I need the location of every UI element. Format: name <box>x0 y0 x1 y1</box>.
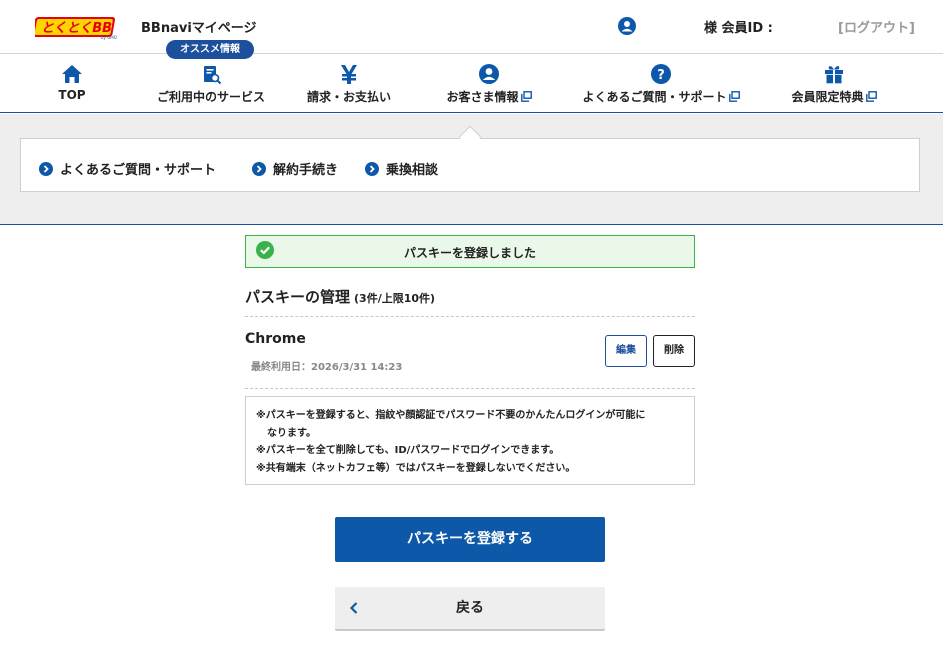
tokutoku-bb-logo[interactable]: とくとくBB by GMO <box>35 14 119 40</box>
section-title: パスキーの管理 (3件/上限10件) <box>245 288 436 306</box>
notes-box: ※パスキーを登録すると、指紋や顔認証でパスワード不要のかんたんログインが可能にな… <box>245 396 695 485</box>
nav-label: よくあるご質問・サポート <box>576 88 746 105</box>
nav-label: 会員限定特典 <box>786 88 882 105</box>
passkey-name: Chrome <box>245 331 306 347</box>
external-link-icon <box>728 91 740 102</box>
svg-text:by GMO: by GMO <box>101 35 117 40</box>
nav-label: TOP <box>58 88 86 102</box>
user-icon <box>479 64 499 84</box>
svg-text:?: ? <box>657 68 665 83</box>
logout-link[interactable]: [ログアウト] <box>838 17 915 36</box>
passkey-last-used: 最終利用日：2026/3/31 14:23 <box>251 362 403 373</box>
register-passkey-button[interactable]: パスキーを登録する <box>335 517 605 562</box>
chevron-right-icon <box>252 162 266 176</box>
site-title: BBnaviマイページ <box>141 21 257 36</box>
external-link-icon <box>865 91 877 102</box>
service-icon <box>204 66 222 85</box>
nav-item-member-perks[interactable]: 会員限定特典 <box>786 61 882 107</box>
recommended-badge[interactable]: オススメ情報 <box>166 40 254 59</box>
site-header: とくとくBB by GMO BBnaviマイページ 様 会員ID : [ログアウ… <box>0 0 943 54</box>
divider <box>245 316 695 317</box>
chevron-left-icon <box>349 602 358 614</box>
home-icon <box>62 65 82 83</box>
yen-icon <box>341 65 357 84</box>
member-id-label: 様 会員ID : <box>704 21 773 36</box>
success-alert: パスキーを登録しました <box>245 235 695 268</box>
user-icon <box>618 17 636 35</box>
nav-item-billing[interactable]: 請求・お支払い <box>300 61 398 107</box>
global-nav: TOP ご利用中のサービス 請求・お支払い お客さま情報 ? よくあるご質問・サ… <box>0 55 943 113</box>
svg-text:とくとくBB: とくとくBB <box>41 21 112 36</box>
note-line: ※パスキーを登録すると、指紋や顔認証でパスワード不要のかんたんログインが可能にな… <box>256 410 646 439</box>
external-link-icon <box>520 91 532 102</box>
note-line: ※共有端末（ネットカフェ等）ではパスキーを登録しないでください。 <box>256 462 576 474</box>
delete-button[interactable]: 削除 <box>653 335 695 367</box>
nav-item-top[interactable]: TOP <box>52 61 92 107</box>
nav-item-faq-support[interactable]: ? よくあるご質問・サポート <box>576 61 746 107</box>
nav-label: 請求・お支払い <box>306 90 391 104</box>
alert-message: パスキーを登録しました <box>403 246 536 260</box>
sublink-cancellation[interactable]: 解約手続き <box>252 159 338 178</box>
note-line: ※パスキーを全て削除しても、ID/パスワードでログインできます。 <box>256 445 560 456</box>
chevron-right-icon <box>39 162 53 176</box>
nav-label: お客さま情報 <box>440 88 538 105</box>
chevron-right-icon <box>365 162 379 176</box>
back-button[interactable]: 戻る <box>335 587 605 631</box>
sublink-switch-consult[interactable]: 乗換相談 <box>365 159 438 178</box>
question-icon: ? <box>651 64 671 84</box>
nav-label: ご利用中のサービス <box>156 90 265 104</box>
edit-button[interactable]: 編集 <box>605 335 647 367</box>
divider <box>245 388 695 389</box>
passkey-count: (3件/上限10件) <box>354 292 436 305</box>
nav-item-customer-info[interactable]: お客さま情報 <box>440 61 538 107</box>
gift-icon <box>825 66 843 84</box>
nav-item-services[interactable]: ご利用中のサービス <box>148 61 274 107</box>
sublink-faq-support[interactable]: よくあるご質問・サポート <box>39 159 216 178</box>
